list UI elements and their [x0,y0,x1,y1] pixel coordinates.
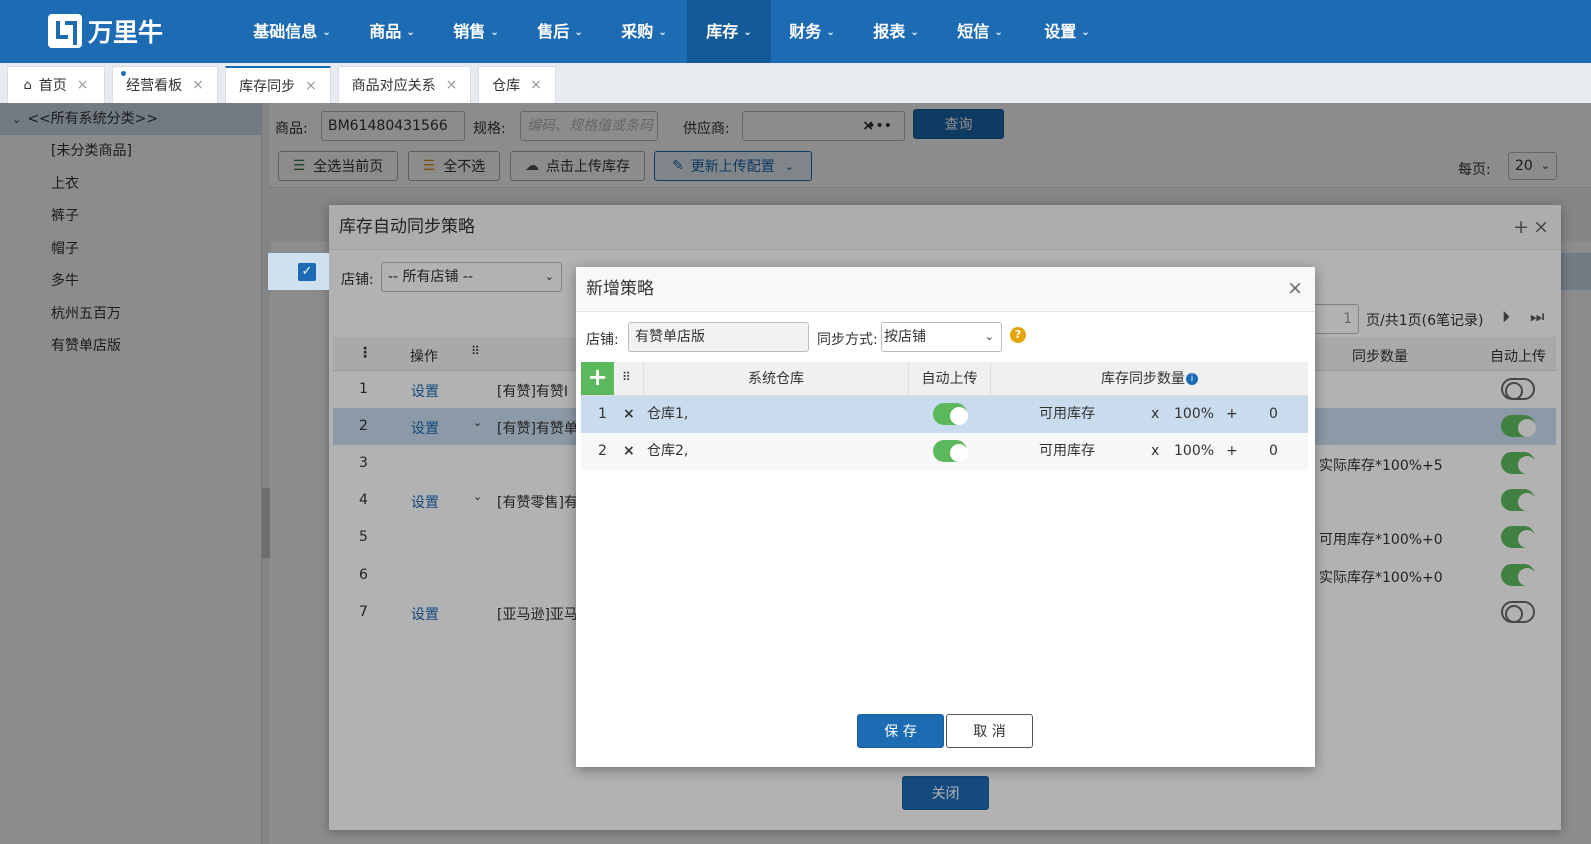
unread-dot [121,71,126,76]
nav-reports[interactable]: 报表 ⌄ [860,0,932,63]
chevron-down-icon: ⌄ [910,27,919,38]
info-icon[interactable]: i [1186,373,1198,385]
cancel-button[interactable]: 取 消 [946,714,1033,748]
chevron-down-icon: ⌄ [826,27,835,38]
chevron-down-icon: ⌄ [743,27,752,38]
chevron-down-icon: ⌄ [406,27,415,38]
drag-handle-icon[interactable]: ⠿ [622,370,631,384]
close-icon[interactable]: × [1287,277,1303,299]
help-icon[interactable]: ? [1010,327,1026,343]
tab-dashboard[interactable]: 经营看板 × [112,66,218,103]
close-icon[interactable]: × [530,77,542,93]
close-icon[interactable]: × [446,77,458,93]
add-row-button[interactable]: + [581,362,614,395]
chevron-down-icon: ⌄ [994,27,1003,38]
select-all-checkbox[interactable]: ✓ [298,263,316,281]
col-auto-upload: 自动上传 [908,362,990,396]
sync-mode-label: 同步方式: [817,332,878,348]
nav-inventory[interactable]: 库存 ⌄ [687,0,771,63]
close-icon[interactable]: × [77,77,89,93]
close-icon[interactable]: × [192,77,204,93]
new-strategy-modal: 新增策略 × 店铺: 有赞单店版 同步方式: 按店铺 ⌄ ? + ⠿ 系统仓库 自… [576,267,1315,767]
shop-field: 有赞单店版 [628,322,809,352]
sync-mode-select[interactable]: 按店铺 ⌄ [881,322,1002,352]
nav-sms[interactable]: 短信 ⌄ [944,0,1016,63]
delete-row-icon[interactable]: × [623,433,635,470]
nav-aftersales[interactable]: 售后 ⌄ [524,0,596,63]
table-row[interactable]: 2 × 仓库2, 可用库存 x 100% + 0 [581,433,1308,470]
chevron-down-icon: ⌄ [574,27,583,38]
logo-icon [48,14,82,48]
delete-row-icon[interactable]: × [623,396,635,433]
chevron-down-icon: ⌄ [490,27,499,38]
nav-sales[interactable]: 销售 ⌄ [440,0,512,63]
tab-product-mapping[interactable]: 商品对应关系 × [338,66,471,103]
table-row[interactable]: 1 × 仓库1, 可用库存 x 100% + 0 [581,396,1308,433]
tab-warehouse[interactable]: 仓库 × [478,66,556,103]
nav-basic-info[interactable]: 基础信息 ⌄ [240,0,344,63]
logo[interactable]: 万里牛 [48,14,163,48]
nav-finance[interactable]: 财务 ⌄ [776,0,848,63]
nav-settings[interactable]: 设置 ⌄ [1028,0,1106,63]
chevron-down-icon: ⌄ [1081,27,1090,38]
nav-purchase[interactable]: 采购 ⌄ [608,0,680,63]
auto-upload-toggle[interactable] [933,403,968,425]
auto-upload-toggle[interactable] [933,440,968,462]
close-icon[interactable]: × [305,78,317,94]
col-sync-qty: 库存同步数量 i [990,362,1308,396]
chevron-down-icon: ⌄ [658,27,667,38]
nav-products[interactable]: 商品 ⌄ [356,0,428,63]
save-button[interactable]: 保 存 [857,714,944,748]
chevron-down-icon: ⌄ [322,27,331,38]
tab-inventory-sync[interactable]: 库存同步 × [225,66,331,103]
chevron-down-icon: ⌄ [984,330,994,343]
tab-home[interactable]: ⌂ 首页 × [7,66,105,103]
shop-label: 店铺: [586,332,619,348]
modal-title: 新增策略 [576,267,1315,312]
col-warehouse: 系统仓库 [643,362,908,396]
home-icon: ⌂ [23,77,32,93]
